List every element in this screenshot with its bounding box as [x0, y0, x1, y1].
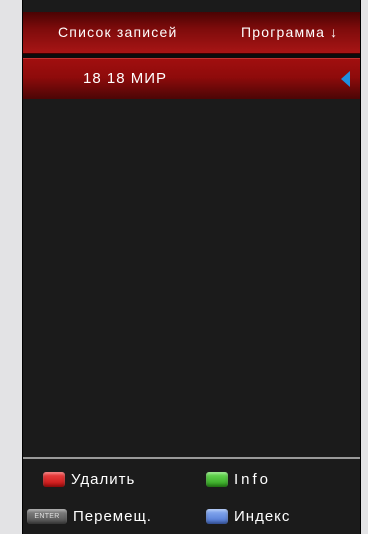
list-item-label: 18 18 МИР [83, 70, 167, 87]
info-action[interactable]: Info [206, 471, 271, 488]
index-label: Индекс [234, 508, 291, 525]
move-action[interactable]: ENTER Перемещ. [27, 508, 152, 525]
footer-legend: Удалить Info ENTER Перемещ. Индекс [23, 459, 360, 534]
sort-arrow-icon: ↓ [330, 24, 339, 40]
header-bar: Список записей Программа ↓ [23, 12, 360, 54]
recordings-list [23, 99, 360, 457]
move-label: Перемещ. [73, 508, 152, 525]
sort-label: Программа [241, 24, 326, 40]
recordings-panel: Список записей Программа ↓ 18 18 МИР Удал… [22, 0, 361, 534]
enter-key-icon: ENTER [27, 509, 67, 524]
list-item[interactable]: 18 18 МИР [23, 58, 360, 99]
delete-action[interactable]: Удалить [43, 471, 135, 488]
sort-selector[interactable]: Программа ↓ [241, 24, 338, 40]
green-key-icon [206, 472, 228, 487]
delete-label: Удалить [71, 471, 136, 488]
selection-pointer-icon [341, 71, 350, 87]
blue-key-icon [206, 509, 228, 524]
index-action[interactable]: Индекс [206, 508, 290, 525]
red-key-icon [43, 472, 65, 487]
info-label: Info [234, 471, 272, 488]
page-title: Список записей [58, 24, 178, 40]
